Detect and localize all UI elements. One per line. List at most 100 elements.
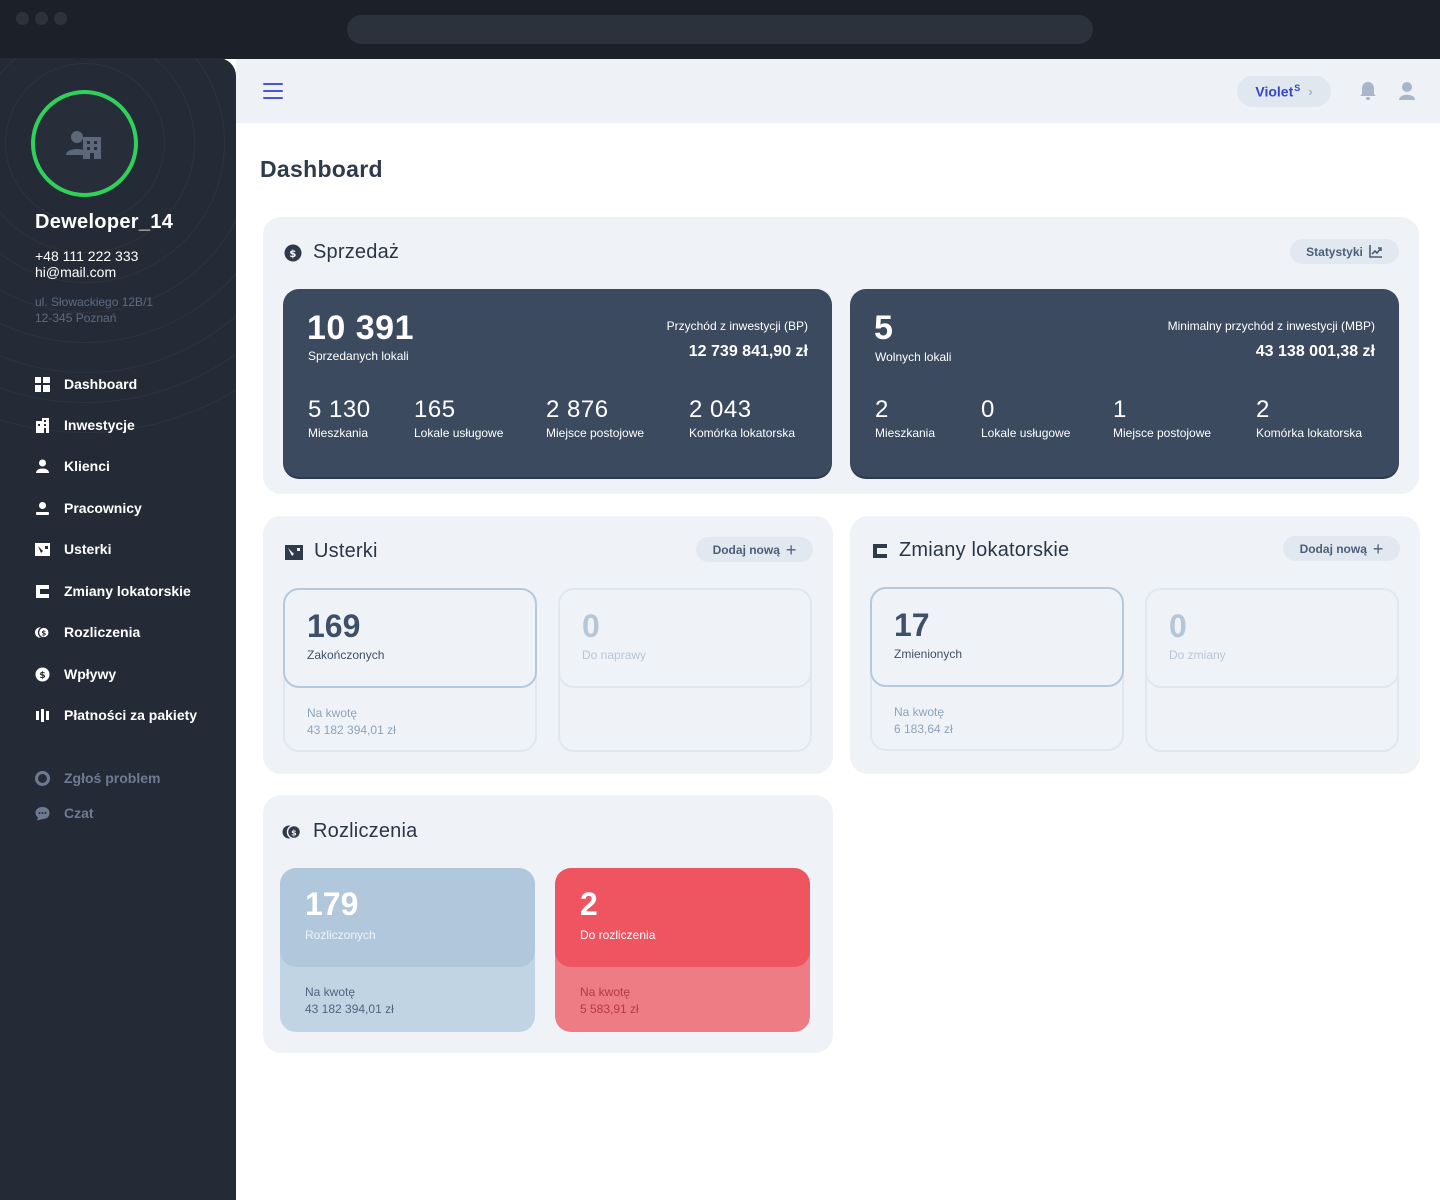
stat-parking: 2 876 Miejsce postojowe bbox=[546, 396, 645, 440]
changes-todo-label: Do zmiany bbox=[1169, 648, 1226, 662]
sidebar: Deweloper_14 +48 111 222 333 hi@mail.com… bbox=[0, 58, 236, 1200]
sidebar-item-inflows[interactable]: $ Wpływy bbox=[35, 663, 116, 685]
sold-count: 10 391 bbox=[307, 309, 414, 347]
tenant-changes-title: Zmiany lokatorskie bbox=[872, 539, 1069, 562]
fault-icon bbox=[285, 544, 303, 560]
amount-label: Na kwotę bbox=[307, 706, 358, 720]
user-phone: +48 111 222 333 bbox=[35, 248, 139, 264]
sidebar-item-dashboard[interactable]: Dashboard bbox=[35, 373, 137, 395]
faults-done-card[interactable]: 169 Zakończonych Na kwotę 43 182 394,01 … bbox=[283, 588, 537, 752]
stat-service-units: 165 Lokale usługowe bbox=[414, 396, 504, 440]
free-units-card[interactable]: 5 Wolnych lokali Minimalny przychód z in… bbox=[850, 289, 1399, 477]
faults-done-label: Zakończonych bbox=[307, 648, 385, 662]
faults-todo-count: 0 bbox=[582, 608, 600, 644]
plus-icon: + bbox=[785, 539, 797, 560]
faults-panel: Usterki Dodaj nową + 169 Zakończonych Na… bbox=[263, 516, 833, 774]
changes-todo-count: 0 bbox=[1169, 608, 1187, 644]
plus-icon: + bbox=[1372, 538, 1384, 559]
changes-todo-card[interactable]: 0 Do zmiany bbox=[1145, 588, 1399, 752]
sales-panel: $ Sprzedaż Statystyki 10 391 Sprzedanych… bbox=[263, 217, 1419, 494]
settled-count: 179 bbox=[305, 886, 359, 922]
svg-text:$: $ bbox=[39, 671, 45, 681]
statistics-button[interactable]: Statystyki bbox=[1290, 239, 1399, 264]
sidebar-item-report-problem[interactable]: Zgłoś problem bbox=[35, 767, 160, 789]
user-email: hi@mail.com bbox=[35, 264, 117, 280]
coins-icon: $ bbox=[35, 625, 50, 640]
sidebar-item-package-payments[interactable]: Płatności za pakiety bbox=[35, 704, 197, 726]
user-profile-icon[interactable] bbox=[1398, 81, 1416, 101]
faults-done-count: 169 bbox=[307, 608, 361, 644]
person-icon bbox=[35, 459, 50, 474]
plan-badge-button[interactable]: VioletS › bbox=[1237, 76, 1331, 107]
changes-done-card[interactable]: 17 Zmienionych Na kwotę 6 183,64 zł bbox=[870, 587, 1124, 751]
free-count: 5 bbox=[874, 309, 894, 347]
sidebar-item-clients[interactable]: Klienci bbox=[35, 455, 110, 477]
address-bar[interactable] bbox=[347, 15, 1093, 44]
page-title: Dashboard bbox=[260, 156, 383, 182]
amount-label: Na kwotę bbox=[580, 985, 631, 999]
faults-todo-label: Do naprawy bbox=[582, 648, 647, 662]
amount-value: 5 583,91 zł bbox=[580, 1002, 639, 1016]
sidebar-item-faults[interactable]: Usterki bbox=[35, 538, 111, 560]
settlements-title: $ Rozliczenia bbox=[282, 820, 417, 843]
sold-label: Sprzedanych lokali bbox=[308, 349, 409, 363]
amount-value: 6 183,64 zł bbox=[894, 722, 953, 736]
add-change-button[interactable]: Dodaj nową + bbox=[1283, 536, 1400, 561]
dollar-icon: $ bbox=[35, 667, 50, 682]
sidebar-item-settlements[interactable]: $ Rozliczenia bbox=[35, 621, 140, 643]
add-fault-button[interactable]: Dodaj nową + bbox=[696, 537, 813, 562]
stat-service-units: 0 Lokale usługowe bbox=[981, 396, 1071, 440]
sidebar-item-chat[interactable]: Czat bbox=[35, 802, 94, 824]
amount-value: 43 182 394,01 zł bbox=[305, 1002, 394, 1016]
faults-title: Usterki bbox=[285, 540, 378, 563]
sidebar-item-label: Zmiany lokatorskie bbox=[64, 583, 191, 599]
free-label: Wolnych lokali bbox=[875, 350, 952, 364]
chevron-right-icon: › bbox=[1308, 84, 1313, 99]
settled-card[interactable]: 179 Rozliczonych Na kwotę 43 182 394,01 … bbox=[280, 868, 535, 1032]
window-controls[interactable] bbox=[16, 12, 67, 25]
bars-icon bbox=[35, 708, 50, 723]
sidebar-item-label: Czat bbox=[64, 805, 94, 821]
lifebuoy-icon bbox=[35, 770, 50, 786]
changes-done-count: 17 bbox=[894, 607, 930, 643]
address-line-1: ul. Słowackiego 12B/1 bbox=[35, 295, 154, 309]
sold-units-card[interactable]: 10 391 Sprzedanych lokali Przychód z inw… bbox=[283, 289, 832, 477]
address-line-2: 12-345 Poznań bbox=[35, 311, 117, 325]
sidebar-item-label: Inwestycje bbox=[64, 417, 135, 433]
coins-icon: $ bbox=[282, 824, 302, 839]
pending-count: 2 bbox=[580, 886, 598, 922]
sidebar-item-workers[interactable]: Pracownicy bbox=[35, 497, 142, 519]
stat-storage: 2 Komórka lokatorska bbox=[1256, 396, 1363, 440]
stat-apartments: 2 Mieszkania bbox=[875, 396, 936, 440]
menu-icon[interactable] bbox=[263, 83, 283, 99]
chart-trend-icon bbox=[1369, 245, 1382, 258]
bell-icon[interactable] bbox=[1359, 81, 1377, 101]
stat-apartments: 5 130 Mieszkania bbox=[308, 396, 371, 440]
sidebar-item-investments[interactable]: Inwestycje bbox=[35, 414, 135, 436]
sidebar-item-tenant-changes[interactable]: Zmiany lokatorskie bbox=[35, 580, 191, 602]
worker-icon bbox=[35, 501, 50, 516]
plan-name: VioletS bbox=[1255, 83, 1301, 100]
pending-settlement-card[interactable]: 2 Do rozliczenia Na kwotę 5 583,91 zł bbox=[555, 868, 810, 1032]
pending-label: Do rozliczenia bbox=[580, 928, 656, 942]
stat-storage: 2 043 Komórka lokatorska bbox=[689, 396, 796, 440]
svg-text:$: $ bbox=[41, 628, 46, 637]
svg-text:$: $ bbox=[289, 249, 296, 260]
settled-label: Rozliczonych bbox=[305, 928, 376, 942]
fault-icon bbox=[35, 542, 50, 557]
amount-label: Na kwotę bbox=[305, 985, 356, 999]
faults-todo-card[interactable]: 0 Do naprawy bbox=[558, 588, 812, 752]
sales-title: $ Sprzedaż bbox=[284, 241, 399, 264]
user-name: Deweloper_14 bbox=[35, 211, 174, 233]
settlements-panel: $ Rozliczenia 179 Rozliczonych Na kwotę … bbox=[263, 795, 833, 1053]
amount-value: 43 182 394,01 zł bbox=[307, 723, 396, 737]
revenue-label: Przychód z inwestycji (BP) bbox=[666, 319, 808, 333]
changes-icon bbox=[873, 543, 887, 558]
sidebar-item-label: Wpływy bbox=[64, 666, 117, 682]
sidebar-item-label: Pracownicy bbox=[64, 500, 142, 516]
avatar[interactable] bbox=[31, 90, 138, 197]
sidebar-item-label: Płatności za pakiety bbox=[64, 707, 198, 723]
grid-icon bbox=[35, 376, 50, 392]
tenant-changes-panel: Zmiany lokatorskie Dodaj nową + 17 Zmien… bbox=[850, 516, 1420, 774]
changes-icon bbox=[35, 584, 50, 599]
